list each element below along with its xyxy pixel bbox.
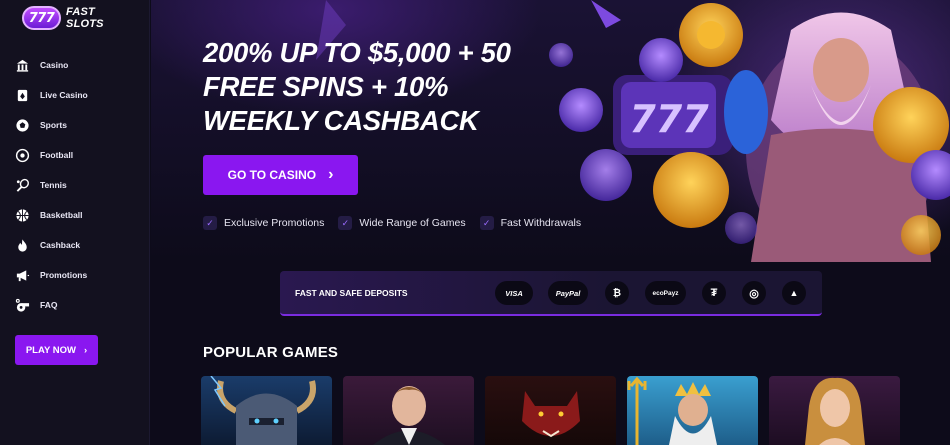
feature-item: ✓ Exclusive Promotions [203, 216, 324, 230]
logo[interactable]: 777 FAST SLOTS [22, 5, 134, 31]
poseidon-thumbnail [627, 376, 717, 445]
game-card-viking[interactable] [201, 376, 332, 445]
sidebar-item-faq[interactable]: FAQ [0, 290, 150, 320]
megaphone-icon [16, 269, 30, 281]
tennis-icon [16, 178, 29, 192]
hero-title-line-2: FREE SPINS + 10% [203, 71, 449, 102]
sidebar-item-label: FAQ [40, 300, 58, 310]
deposits-bar: FAST AND SAFE DEPOSITS VISA PayPal ₿ eco… [280, 271, 822, 316]
popular-games-title: POPULAR GAMES [203, 344, 339, 361]
feature-item: ✓ Fast Withdrawals [479, 216, 582, 230]
paypal-payment[interactable]: PayPal [548, 281, 588, 305]
sidebar-item-label: Cashback [40, 240, 81, 250]
go-to-casino-button[interactable]: GO TO CASINO › [203, 155, 358, 195]
go-to-casino-label: GO TO CASINO [227, 168, 317, 182]
casino-icon [16, 59, 29, 72]
game-card-dealer[interactable] [343, 376, 474, 445]
card-icon [17, 89, 28, 101]
sidebar-item-label: Basketball [40, 210, 83, 220]
play-now-button[interactable]: PLAY NOW › [15, 335, 98, 365]
sidebar-nav: Casino Live Casino Sports Football Tenni… [0, 50, 150, 320]
viking-thumbnail [210, 376, 316, 445]
visa-payment[interactable]: VISA [495, 281, 533, 305]
basketball-icon [16, 208, 29, 222]
slot-reel-text: 777 [629, 97, 709, 141]
game-card-poseidon[interactable] [627, 376, 758, 445]
sidebar-item-promotions[interactable]: Promotions [0, 260, 150, 290]
dealer-thumbnail [373, 386, 445, 445]
hero-title-line-3: WEEKLY CASHBACK [203, 105, 479, 136]
check-icon: ✓ [203, 216, 217, 230]
sidebar-item-cashback[interactable]: Cashback [0, 230, 150, 260]
play-now-label: PLAY NOW [25, 344, 76, 356]
hero-banner: 777 200% UP TO $5,000 + 50 FREE SPINS + … [151, 0, 950, 262]
sidebar-item-basketball[interactable]: Basketball [0, 200, 150, 230]
logo-text: FAST SLOTS [66, 6, 104, 30]
tether-icon[interactable]: ₮ [702, 281, 726, 305]
sidebar-item-label: Casino [40, 60, 69, 70]
football-icon [15, 148, 30, 162]
sidebar-item-label: Football [40, 150, 74, 160]
feature-label: Exclusive Promotions [224, 217, 325, 229]
tron-icon[interactable]: ▲ [782, 281, 806, 305]
sidebar-item-label: Promotions [40, 270, 88, 280]
sidebar-item-football[interactable]: Football [0, 140, 150, 170]
sidebar-item-tennis[interactable]: Tennis [0, 170, 150, 200]
game-card-wolf[interactable] [485, 376, 616, 445]
check-icon: ✓ [338, 216, 353, 230]
chevron-right-icon: › [328, 166, 334, 183]
sidebar-item-casino[interactable]: Casino [0, 50, 150, 80]
logo-badge: 777 [22, 6, 62, 30]
feature-item: ✓ Wide Range of Games [338, 216, 466, 230]
fire-icon [18, 238, 27, 252]
deposits-label: FAST AND SAFE DEPOSITS [295, 288, 408, 298]
lady-thumbnail [805, 377, 865, 445]
hero-title-line-1: 200% UP TO $5,000 + 50 [203, 37, 511, 68]
feature-label: Wide Range of Games [359, 217, 466, 229]
sidebar: 777 FAST SLOTS Casino Live Casino Sports… [0, 0, 150, 445]
check-icon: ✓ [479, 216, 494, 230]
chevron-right-icon: › [83, 344, 88, 356]
feature-label: Fast Withdrawals [500, 217, 582, 229]
sidebar-item-label: Live Casino [40, 90, 88, 100]
hero-title: 200% UP TO $5,000 + 50 FREE SPINS + 10% … [203, 36, 563, 138]
ecopayz-payment[interactable]: ecoPayz [645, 281, 686, 305]
bitcoin-icon[interactable]: ₿ [605, 281, 629, 305]
wolf-thumbnail [522, 391, 580, 438]
whistle-icon [15, 298, 30, 312]
sidebar-item-sports[interactable]: Sports [0, 110, 150, 140]
game-card-lady[interactable] [769, 376, 900, 445]
cardano-icon[interactable]: ◎ [742, 281, 766, 305]
feature-list: ✓ Exclusive Promotions ✓ Wide Range of G… [203, 216, 581, 230]
sidebar-item-live-casino[interactable]: Live Casino [0, 80, 150, 110]
sidebar-item-label: Sports [40, 120, 67, 130]
sidebar-item-label: Tennis [40, 180, 67, 190]
ball-icon [16, 118, 29, 132]
